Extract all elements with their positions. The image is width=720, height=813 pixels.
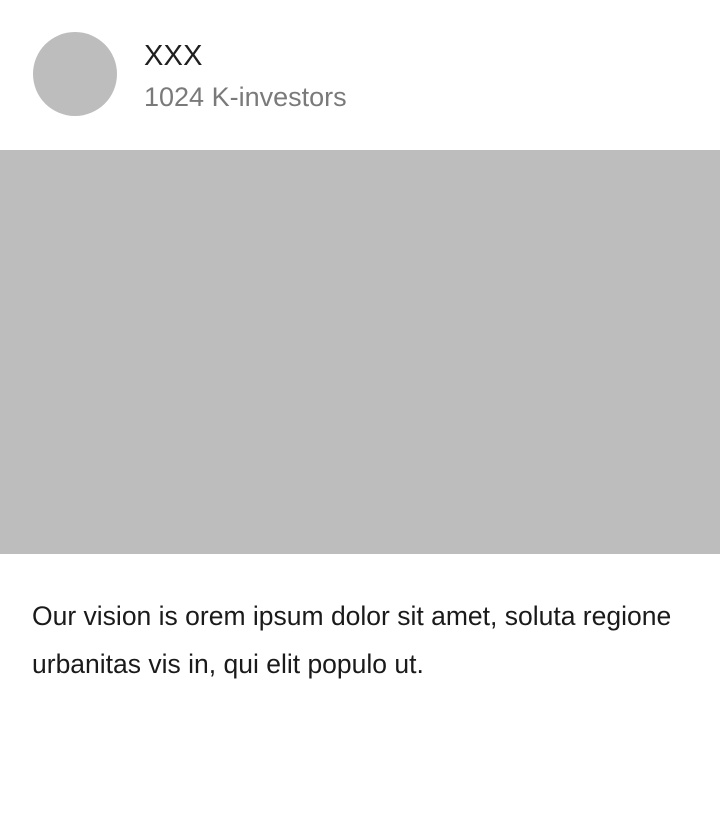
avatar (33, 32, 117, 116)
card-header: XXX 1024 K-investors (0, 0, 720, 150)
investor-count: 1024 K-investors (144, 82, 347, 112)
image-placeholder (0, 150, 720, 554)
project-card[interactable]: XXX 1024 K-investors Our vision is orem … (0, 0, 720, 813)
card-title: XXX (144, 40, 203, 72)
card-description: Our vision is orem ipsum dolor sit amet,… (32, 601, 672, 679)
